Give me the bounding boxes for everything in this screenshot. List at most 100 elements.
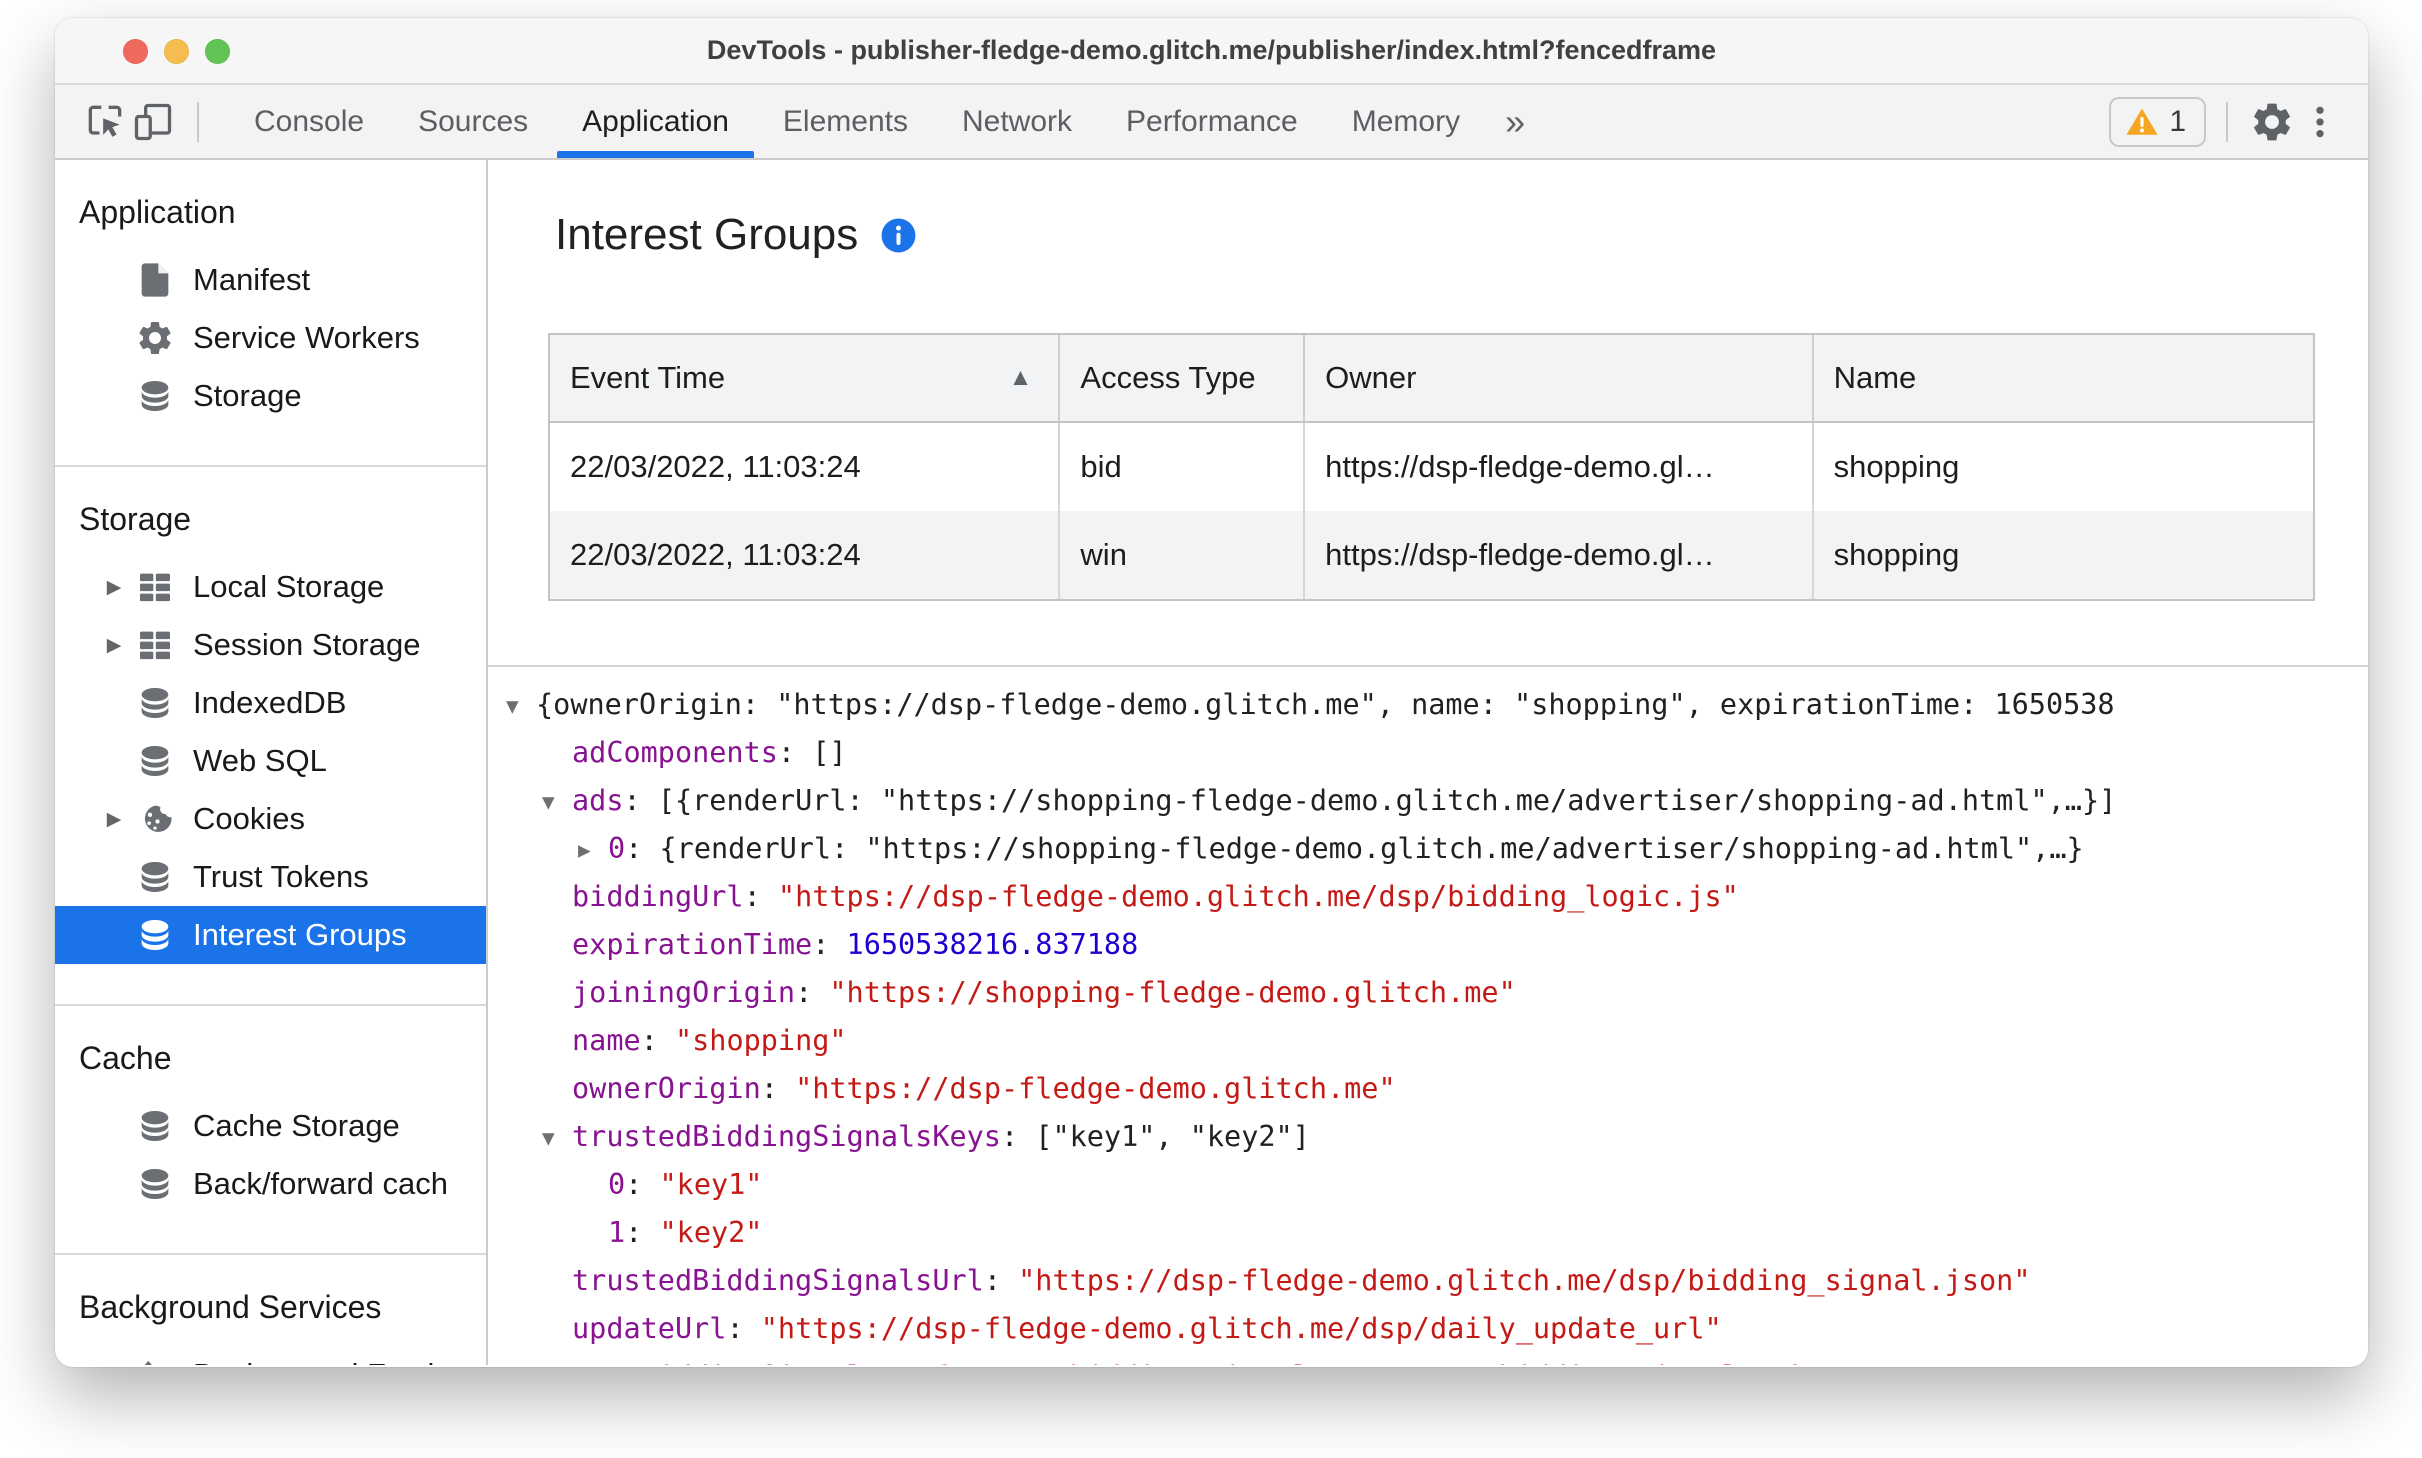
gear-icon: [135, 318, 175, 358]
devtools-window: DevTools - publisher-fledge-demo.glitch.…: [55, 18, 2368, 1367]
table-cell: https://dsp-fledge-demo.gl…: [1305, 423, 1814, 511]
tree-value-preview: {ownerOrigin: "https://dsp-fledge-demo.g…: [536, 688, 2115, 721]
expand-arrow-icon[interactable]: ▶: [55, 576, 135, 599]
tab-sources[interactable]: Sources: [391, 85, 555, 158]
tree-value-string: "https://dsp-fledge-demo.glitch.me/dsp/b…: [1018, 1264, 2031, 1297]
tree-property-name: 0: [608, 832, 626, 865]
tree-colon: :: [1000, 1120, 1036, 1153]
sidebar-item-local-storage[interactable]: ▶ Local Storage: [55, 558, 486, 616]
settings-gear-icon[interactable]: [2248, 98, 2296, 146]
tree-colon: :: [625, 1216, 660, 1249]
sidebar-item-background-fetch[interactable]: Background Fetch: [55, 1346, 486, 1365]
tab-label: Elements: [782, 104, 908, 138]
tree-colon: :: [625, 832, 660, 865]
main-panel: Interest Groups Event Time ▲ Access Type Ow…: [488, 160, 2368, 1365]
sidebar-item-cookies[interactable]: ▶ Cookies: [55, 790, 486, 848]
tab-console[interactable]: Console: [227, 85, 391, 158]
sidebar-section-cache: Cache Cache Storage Back/forward cach: [55, 1004, 486, 1253]
device-toolbar-icon[interactable]: [129, 98, 177, 146]
column-header-name[interactable]: Name: [1814, 335, 2313, 421]
sidebar-item-back-forward-cach[interactable]: Back/forward cach: [55, 1155, 486, 1213]
tree-expander-icon[interactable]: ▼: [542, 1114, 572, 1162]
info-icon[interactable]: [880, 217, 917, 254]
column-header-label: Event Time: [570, 360, 726, 395]
database-icon: [135, 1164, 175, 1204]
devtools-toolbar: Console Sources Application Elements Network…: [55, 85, 2368, 160]
title-bar: DevTools - publisher-fledge-demo.glitch.…: [55, 18, 2368, 85]
sidebar-item-label: IndexedDB: [193, 685, 347, 720]
tree-colon: :: [640, 1024, 675, 1057]
sort-ascending-icon: ▲: [1008, 364, 1033, 391]
table-row[interactable]: 22/03/2022, 11:03:24 win https://dsp-fledg…: [550, 511, 2313, 599]
more-tabs-button[interactable]: »: [1487, 101, 1543, 143]
tree-value-string: "https://dsp-fledge-demo.glitch.me/dsp/d…: [760, 1312, 1722, 1345]
tab-application[interactable]: Application: [555, 85, 756, 158]
tree-value-preview: [{renderUrl: "https://shopping-fledge-de…: [657, 784, 2117, 817]
sidebar-item-label: Service Workers: [193, 320, 420, 355]
sidebar-item-interest-groups[interactable]: Interest Groups: [55, 906, 486, 964]
tree-line-expirationtime: expirationTime: 1650538216.837188: [506, 921, 2368, 969]
sidebar-item-indexeddb[interactable]: IndexedDB: [55, 674, 486, 732]
sidebar-item-label: Background Fetch: [193, 1357, 445, 1365]
sidebar-item-trust-tokens[interactable]: Trust Tokens: [55, 848, 486, 906]
issues-badge[interactable]: 1: [2109, 96, 2206, 147]
sidebar-item-session-storage[interactable]: ▶ Session Storage: [55, 616, 486, 674]
upload-icon: [135, 1355, 175, 1365]
database-icon: [135, 741, 175, 781]
tree-expander-icon[interactable]: ▼: [542, 778, 572, 826]
inspect-element-icon[interactable]: [81, 98, 129, 146]
tree-property-name: 1: [608, 1216, 626, 1249]
tab-label: Memory: [1351, 104, 1461, 138]
tree-line-ads: ▼ ads: [{renderUrl: "https://shopping-fle…: [506, 777, 2368, 825]
sidebar-section-title: Application: [79, 194, 236, 230]
sidebar-item-web-sql[interactable]: Web SQL: [55, 732, 486, 790]
tree-property-name: updateUrl: [572, 1312, 727, 1345]
table-icon: [135, 567, 175, 607]
tree-colon: :: [623, 784, 658, 817]
sidebar-section-title: Storage: [79, 501, 192, 537]
sidebar-item-label: Storage: [193, 378, 302, 413]
tab-strip: Console Sources Application Elements Network…: [227, 85, 1487, 158]
page-title: Interest Groups: [555, 210, 859, 259]
tree-line-root: ▼ {ownerOrigin: "https://dsp-fledge-demo.…: [506, 681, 2368, 729]
table-cell: 22/03/2022, 11:03:24: [550, 511, 1061, 599]
tree-expander-icon[interactable]: ▼: [506, 682, 536, 730]
column-header-owner[interactable]: Owner: [1305, 335, 1814, 421]
tree-colon: :: [743, 880, 778, 913]
table-row[interactable]: 22/03/2022, 11:03:24 bid https://dsp-fledg…: [550, 423, 2313, 511]
tree-expander-icon[interactable]: ▶: [578, 826, 608, 874]
sidebar-item-manifest[interactable]: Manifest: [55, 251, 486, 309]
window-title: DevTools - publisher-fledge-demo.glitch.…: [706, 35, 1717, 65]
tree-property-name: expirationTime: [572, 928, 813, 961]
tree-property-name: adComponents: [572, 736, 778, 769]
tab-performance[interactable]: Performance: [1099, 85, 1325, 158]
tab-elements[interactable]: Elements: [756, 85, 935, 158]
tree-line-userbiddingsignals: userBiddingSignals: "{\"user_bidding_sig…: [506, 1353, 2368, 1365]
sidebar-item-cache-storage[interactable]: Cache Storage: [55, 1097, 486, 1155]
tree-colon: :: [625, 1168, 660, 1201]
sidebar-item-service-workers[interactable]: Service Workers: [55, 309, 486, 367]
tree-property-name: name: [572, 1024, 641, 1057]
expand-arrow-icon[interactable]: ▶: [55, 634, 135, 657]
expand-arrow-icon[interactable]: ▶: [55, 808, 135, 831]
toolbar-divider: [197, 101, 199, 142]
sidebar-item-storage[interactable]: Storage: [55, 367, 486, 425]
column-header-access-type[interactable]: Access Type: [1060, 335, 1306, 421]
tab-label: Performance: [1126, 104, 1298, 138]
tree-value-preview: []: [812, 736, 847, 769]
database-icon: [135, 857, 175, 897]
column-header-event-time[interactable]: Event Time ▲: [550, 335, 1061, 421]
tree-colon: :: [777, 736, 813, 769]
tree-property-name: joiningOrigin: [572, 976, 796, 1009]
toolbar-divider-2: [2226, 101, 2228, 142]
tree-line-adcomponents: adComponents: []: [506, 729, 2368, 777]
tree-value-string: "key2": [659, 1216, 763, 1249]
tab-memory[interactable]: Memory: [1325, 85, 1487, 158]
tree-property-name: trustedBiddingSignalsUrl: [572, 1264, 984, 1297]
active-tab-underline: [557, 151, 754, 158]
application-sidebar: Application Manifest Service Workers Storag…: [55, 160, 488, 1365]
sidebar-item-label: Local Storage: [193, 569, 385, 604]
interest-group-json-tree: ▼ {ownerOrigin: "https://dsp-fledge-demo.…: [488, 667, 2368, 1365]
tab-network[interactable]: Network: [935, 85, 1099, 158]
more-options-icon[interactable]: [2296, 98, 2344, 146]
